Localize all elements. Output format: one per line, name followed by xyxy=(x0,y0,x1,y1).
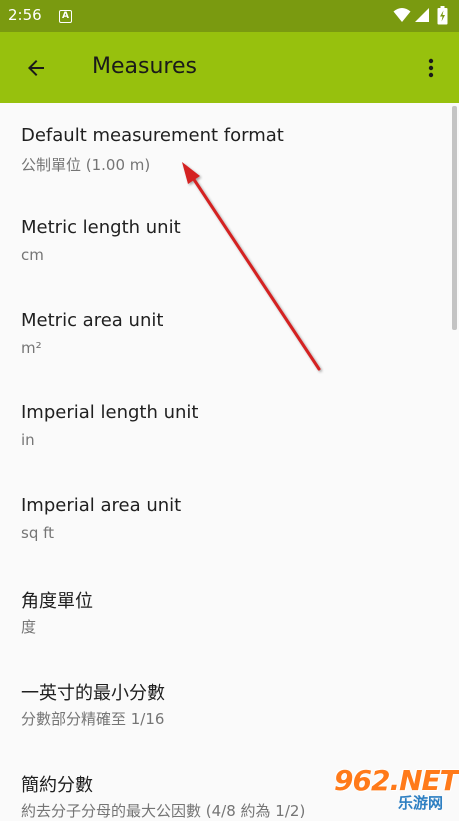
battery-charging-icon xyxy=(437,6,448,25)
more-vert-icon xyxy=(428,58,434,78)
setting-min-inch-fraction[interactable]: 一英寸的最小分數 分數部分精確至 1/16 xyxy=(0,657,450,749)
setting-title: Imperial length unit xyxy=(21,402,199,423)
setting-summary: 約去分子分母的最大公因數 (4/8 約為 1/2) xyxy=(21,802,306,820)
wifi-icon xyxy=(393,8,411,22)
overflow-menu-button[interactable] xyxy=(414,50,448,86)
setting-summary: in xyxy=(21,431,35,449)
arrow-left-icon xyxy=(28,60,44,76)
setting-title: Metric area unit xyxy=(21,310,164,331)
settings-list: Default measurement format 公制單位 (1.00 m)… xyxy=(0,103,459,820)
back-button[interactable] xyxy=(18,50,54,86)
watermark-logo: 962.NET 乐游网 xyxy=(330,764,459,814)
setting-title: 簡約分數 xyxy=(21,775,93,796)
setting-summary: cm xyxy=(21,246,44,264)
watermark-sub: 乐游网 xyxy=(398,794,444,812)
app-bar: Measures xyxy=(0,32,459,103)
setting-title: Metric length unit xyxy=(21,217,181,238)
setting-summary: sq ft xyxy=(21,524,55,542)
setting-metric-area-unit[interactable]: Metric area unit m² xyxy=(0,288,450,380)
status-bar: 2:56 A xyxy=(0,0,459,32)
setting-imperial-length-unit[interactable]: Imperial length unit in xyxy=(0,380,450,472)
page-title: Measures xyxy=(92,54,197,79)
setting-angle-unit[interactable]: 角度單位 度 xyxy=(0,565,450,657)
setting-summary: m² xyxy=(21,339,42,357)
notification-a-icon: A xyxy=(59,10,72,23)
status-time: 2:56 xyxy=(8,6,42,24)
scrollbar[interactable] xyxy=(452,106,457,330)
setting-title: Default measurement format xyxy=(21,125,284,146)
setting-summary: 度 xyxy=(21,618,37,636)
setting-imperial-area-unit[interactable]: Imperial area unit sq ft xyxy=(0,473,450,565)
setting-summary: 分數部分精確至 1/16 xyxy=(21,710,165,728)
setting-metric-length-unit[interactable]: Metric length unit cm xyxy=(0,195,450,287)
setting-title: Imperial area unit xyxy=(21,495,182,516)
setting-title: 角度單位 xyxy=(21,591,93,612)
signal-icon xyxy=(415,8,429,22)
setting-summary: 公制單位 (1.00 m) xyxy=(21,156,151,174)
setting-title: 一英寸的最小分數 xyxy=(21,683,165,704)
setting-default-measurement-format[interactable]: Default measurement format 公制單位 (1.00 m) xyxy=(0,103,450,195)
